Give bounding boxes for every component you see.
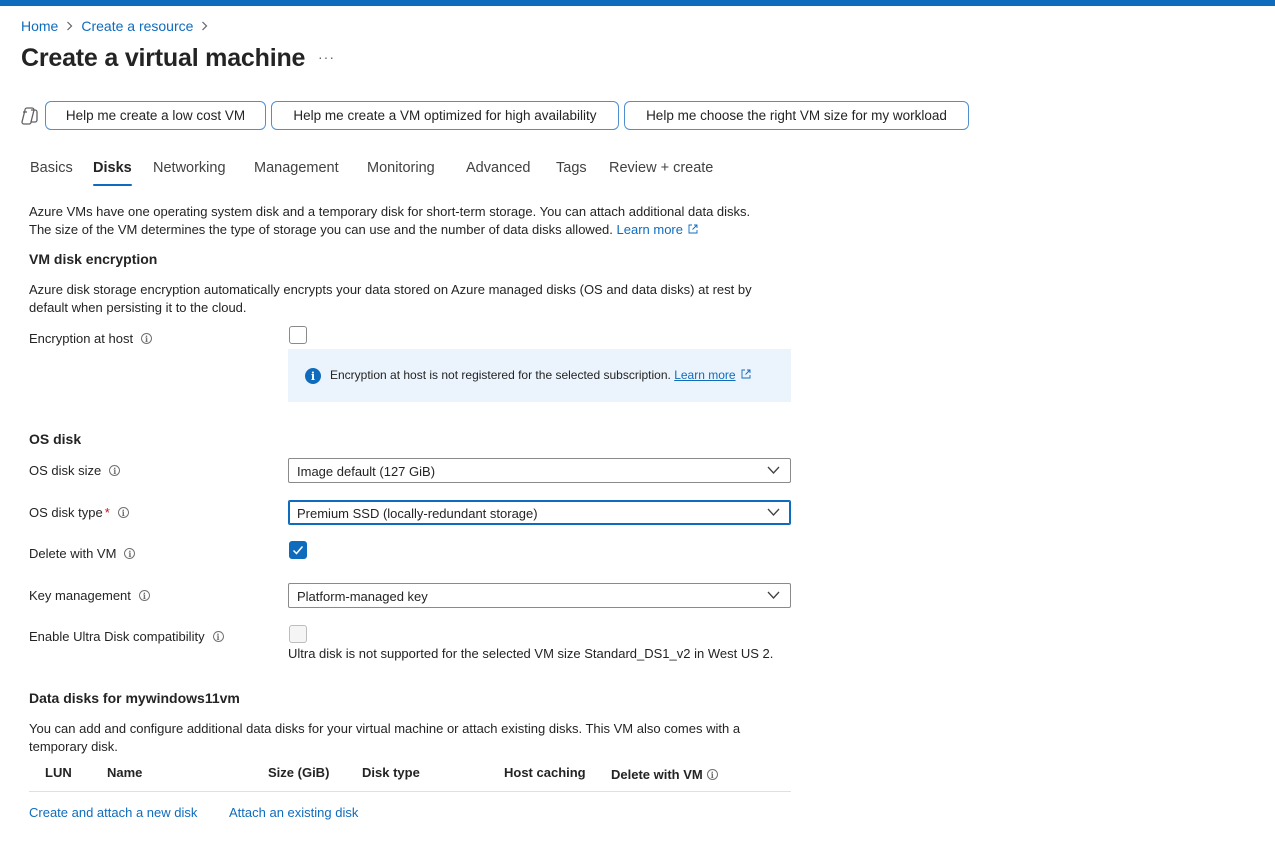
copilot-icon	[20, 106, 40, 126]
table-divider	[29, 791, 791, 792]
os-disk-size-label: OS disk size i	[29, 463, 121, 478]
chevron-right-icon	[66, 19, 73, 34]
column-header-host-caching: Host caching	[504, 765, 586, 780]
info-icon[interactable]: i	[124, 548, 136, 559]
encryption-info-text: Encryption at host is not registered for…	[330, 368, 751, 382]
tab-management[interactable]: Management	[254, 160, 339, 176]
encryption-info-banner: i Encryption at host is not registered f…	[288, 349, 791, 402]
info-icon[interactable]: i	[138, 590, 150, 601]
tab-disks[interactable]: Disks	[93, 160, 132, 186]
section-heading-os-disk: OS disk	[29, 431, 82, 447]
info-icon[interactable]: i	[117, 507, 129, 518]
tab-advanced[interactable]: Advanced	[466, 160, 531, 176]
info-icon[interactable]: i	[706, 769, 718, 780]
delete-with-vm-label: Delete with VM i	[29, 546, 136, 561]
disks-intro-line1: Azure VMs have one operating system disk…	[29, 204, 751, 219]
os-disk-type-select[interactable]: Premium SSD (locally-redundant storage)	[288, 500, 791, 525]
breadcrumb-home[interactable]: Home	[21, 18, 58, 34]
chevron-down-icon	[767, 466, 780, 474]
breadcrumb-create-resource[interactable]: Create a resource	[81, 18, 193, 34]
encryption-at-host-label: Encryption at host i	[29, 331, 153, 346]
disks-intro-line2: The size of the VM determines the type o…	[29, 222, 613, 237]
attach-existing-disk-link[interactable]: Attach an existing disk	[229, 805, 358, 820]
more-options-button[interactable]: ···	[318, 49, 335, 65]
os-disk-size-select[interactable]: Image default (127 GiB)	[288, 458, 791, 483]
section-heading-data-disks: Data disks for mywindows11vm	[29, 690, 240, 706]
page-title: Create a virtual machine	[21, 44, 306, 72]
tab-tags[interactable]: Tags	[556, 160, 587, 176]
external-link-icon	[688, 224, 698, 234]
chevron-down-icon	[767, 508, 780, 516]
tab-networking[interactable]: Networking	[153, 160, 226, 176]
disks-intro: Azure VMs have one operating system disk…	[29, 203, 789, 239]
encryption-description: Azure disk storage encryption automatica…	[29, 282, 752, 315]
column-header-lun: LUN	[45, 765, 72, 780]
os-disk-type-label: OS disk type * i	[29, 505, 129, 520]
column-header-disk-type: Disk type	[362, 765, 420, 780]
ultra-disk-checkbox[interactable]	[289, 625, 307, 643]
tab-monitoring[interactable]: Monitoring	[367, 160, 435, 176]
copilot-prompt-high-availability[interactable]: Help me create a VM optimized for high a…	[271, 101, 619, 130]
portal-top-bar	[0, 0, 1275, 6]
copilot-prompt-vm-size[interactable]: Help me choose the right VM size for my …	[624, 101, 969, 130]
info-icon[interactable]: i	[212, 631, 224, 642]
external-link-icon	[741, 369, 751, 379]
info-icon[interactable]: i	[141, 333, 153, 344]
column-header-name: Name	[107, 765, 143, 780]
create-attach-new-disk-link[interactable]: Create and attach a new disk	[29, 805, 197, 820]
ultra-disk-label: Enable Ultra Disk compatibility i	[29, 629, 224, 644]
encryption-at-host-checkbox[interactable]	[289, 326, 307, 344]
ultra-disk-note: Ultra disk is not supported for the sele…	[288, 646, 774, 661]
delete-with-vm-checkbox[interactable]	[289, 541, 307, 559]
tab-basics[interactable]: Basics	[30, 160, 73, 176]
chevron-down-icon	[767, 591, 780, 599]
chevron-right-icon	[201, 19, 208, 34]
info-filled-icon: i	[305, 368, 321, 384]
breadcrumb: Home Create a resource	[21, 17, 216, 35]
key-management-label: Key management i	[29, 588, 150, 603]
column-header-size: Size (GiB)	[268, 765, 330, 780]
encryption-learn-more-link[interactable]: Learn more	[674, 368, 735, 382]
key-management-select[interactable]: Platform-managed key	[288, 583, 791, 608]
checkmark-icon	[292, 546, 304, 555]
copilot-prompt-low-cost-vm[interactable]: Help me create a low cost VM	[45, 101, 266, 130]
learn-more-link[interactable]: Learn more	[617, 222, 698, 237]
required-indicator: *	[104, 505, 110, 520]
section-heading-encryption: VM disk encryption	[29, 251, 158, 267]
data-disks-description: You can add and configure additional dat…	[29, 721, 741, 754]
tab-review-create[interactable]: Review + create	[609, 160, 713, 176]
column-header-delete-with-vm: Delete with VM i	[611, 767, 718, 782]
info-icon[interactable]: i	[109, 465, 121, 476]
